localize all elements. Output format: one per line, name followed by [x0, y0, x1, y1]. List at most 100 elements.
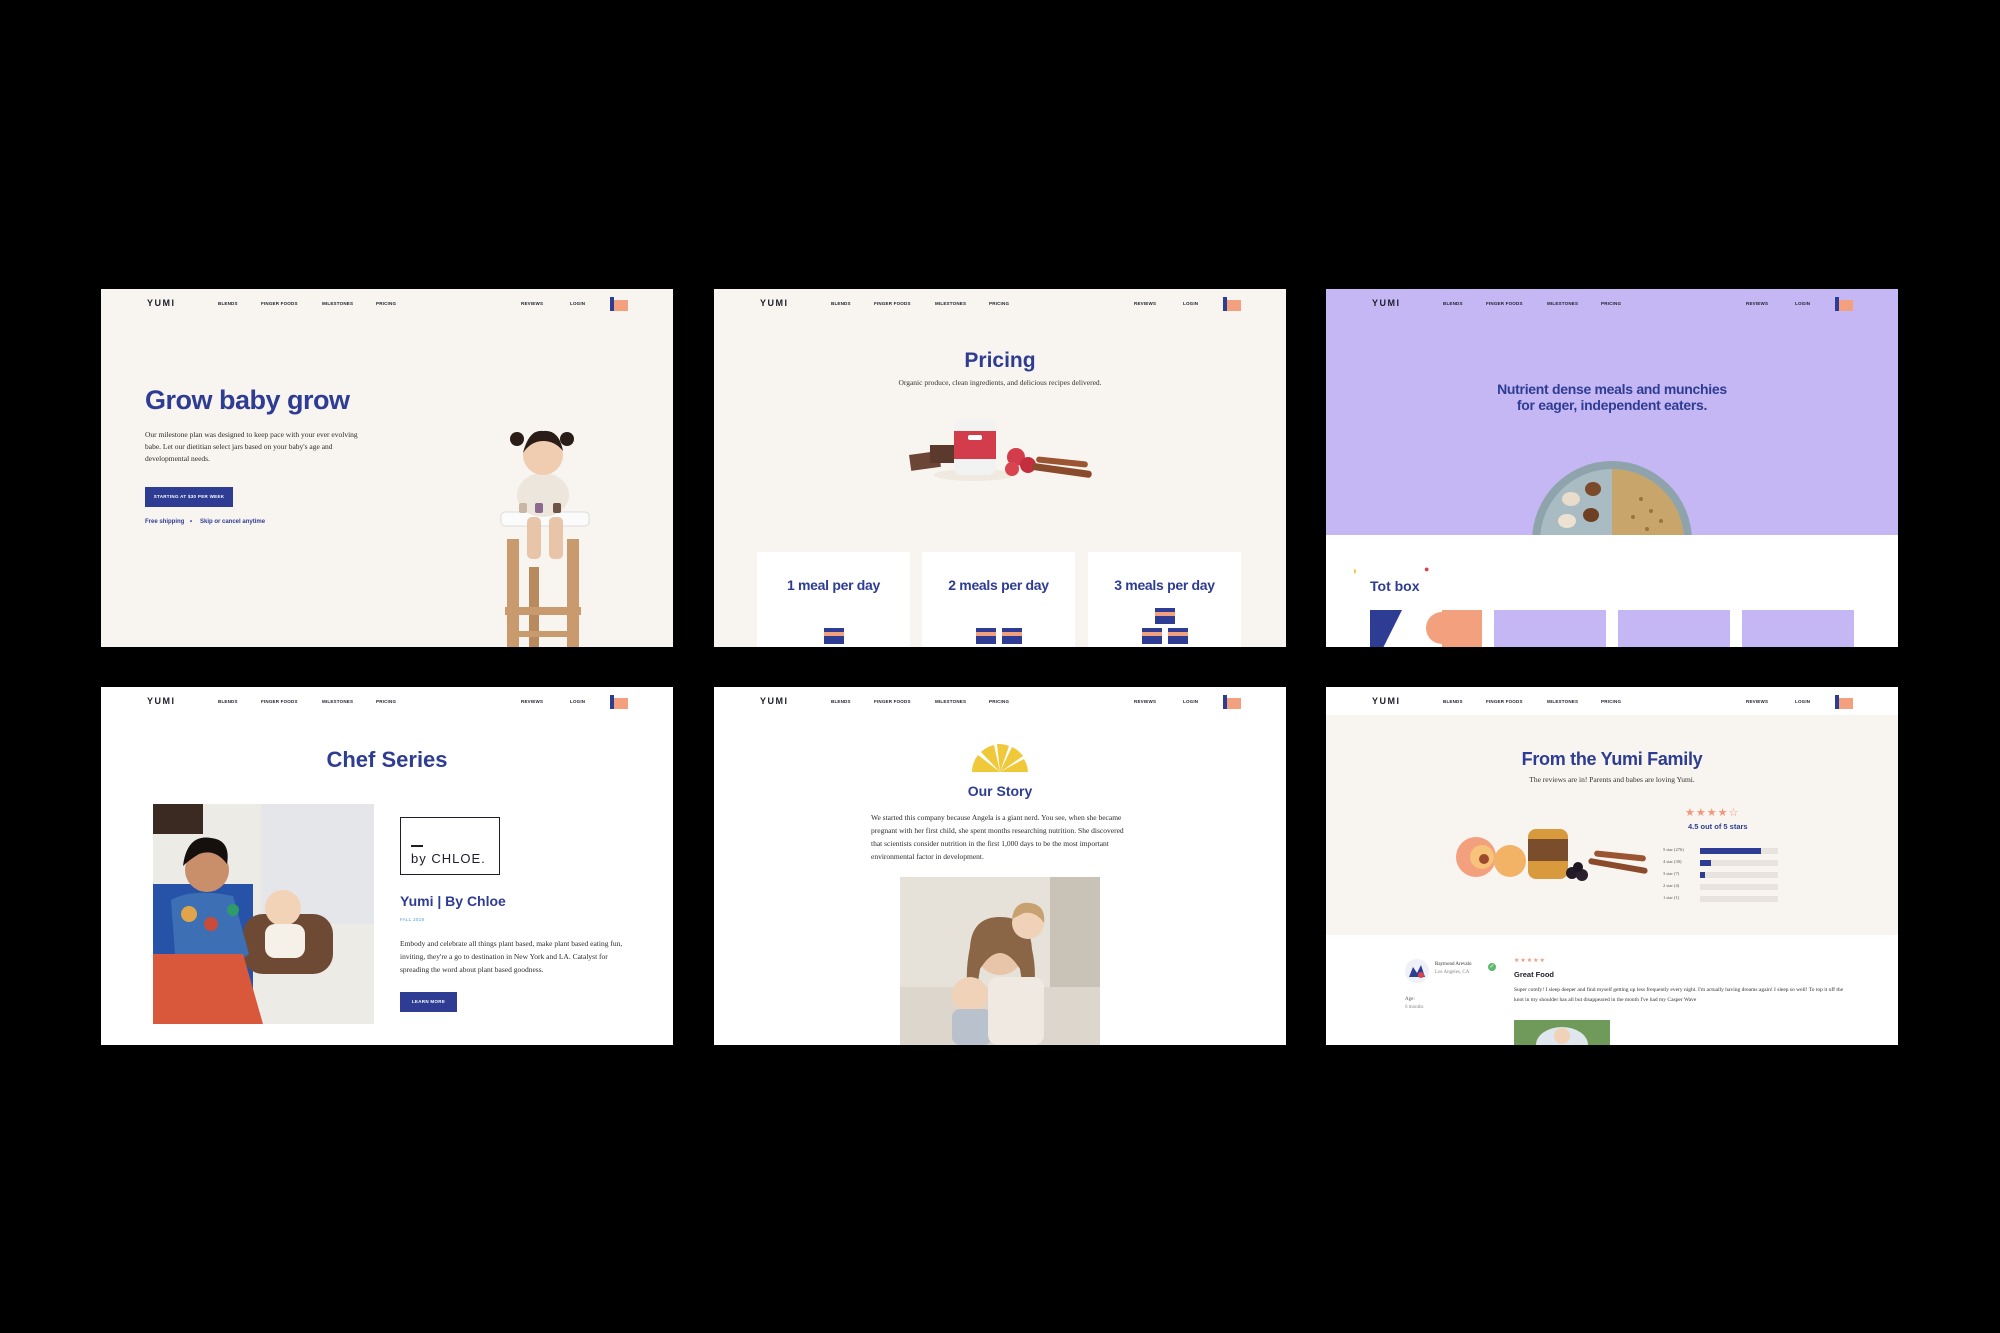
page-title: Our Story [967, 783, 1033, 799]
nav-finger-foods[interactable]: FINGER FOODS [874, 301, 911, 306]
nav-login[interactable]: LOGIN [1183, 301, 1198, 306]
nav-blends[interactable]: BLENDS [831, 699, 851, 704]
yumi-logo[interactable]: YUMI [147, 696, 176, 706]
yumi-logo[interactable]: YUMI [1372, 298, 1401, 308]
yumi-logo[interactable]: YUMI [760, 298, 789, 308]
nav-reviews[interactable]: REVIEWS [1134, 301, 1156, 306]
nav-pricing[interactable]: PRICING [989, 699, 1009, 704]
nav-blends[interactable]: BLENDS [1443, 301, 1463, 306]
nav-login[interactable]: LOGIN [1183, 699, 1198, 704]
series-season: FALL 2018 [400, 917, 425, 922]
page-title: From the Yumi Family [1521, 749, 1703, 769]
top-nav: YUMI BLENDS FINGER FOODS MILESTONES PRIC… [101, 289, 673, 319]
nav-finger-foods[interactable]: FINGER FOODS [1486, 301, 1523, 306]
page-subtitle: The reviews are in! Parents and babes ar… [1529, 775, 1695, 784]
rating-bar-fill [1700, 860, 1711, 866]
tot-box-tile[interactable] [1618, 610, 1730, 647]
plan-card[interactable]: 2 meals per day [922, 552, 1075, 647]
nav-blends[interactable]: BLENDS [831, 301, 851, 306]
cart-icon[interactable] [610, 297, 628, 311]
partner-logo: by CHLOE. [400, 817, 500, 875]
nav-finger-foods[interactable]: FINGER FOODS [261, 301, 298, 306]
cart-icon[interactable] [1835, 297, 1853, 311]
baby-highchair-photo [500, 430, 590, 647]
cart-icon[interactable] [610, 695, 628, 709]
chef-series-page-screenshot: YUMI BLENDS FINGER FOODS MILESTONES PRIC… [101, 687, 673, 1045]
top-nav: YUMI BLENDS FINGER FOODS MILESTONES PRIC… [101, 687, 673, 717]
nav-reviews[interactable]: REVIEWS [1746, 699, 1768, 704]
nav-blends[interactable]: BLENDS [1443, 699, 1463, 704]
nav-milestones[interactable]: MILESTONES [935, 301, 966, 306]
reviewer-name: Raymond Arevalo [1435, 962, 1472, 967]
rating-row-label: 3 star (7) [1663, 871, 1680, 876]
cart-icon[interactable] [1223, 695, 1241, 709]
nav-login[interactable]: LOGIN [570, 699, 585, 704]
yumi-logo[interactable]: YUMI [1372, 696, 1401, 706]
average-rating-text: 4.5 out of 5 stars [1688, 822, 1748, 831]
nav-finger-foods[interactable]: FINGER FOODS [1486, 699, 1523, 704]
page-title: Grow baby grow [145, 385, 350, 415]
nav-reviews[interactable]: REVIEWS [1746, 301, 1768, 306]
plan-card[interactable]: 1 meal per day [757, 552, 910, 647]
start-plan-button[interactable]: STARTING AT $30 PER WEEK [145, 487, 233, 507]
plan-title: 3 meals per day [1114, 577, 1215, 593]
nav-pricing[interactable]: PRICING [376, 699, 396, 704]
nav-finger-foods[interactable]: FINGER FOODS [874, 699, 911, 704]
cart-icon[interactable] [1835, 695, 1853, 709]
rating-bar-track [1700, 896, 1778, 902]
page-subtitle: Organic produce, clean ingredients, and … [898, 378, 1102, 387]
nav-pricing[interactable]: PRICING [1601, 699, 1621, 704]
average-rating-stars: ★★★★☆ [1685, 807, 1740, 819]
chef-with-baby-photo [153, 804, 374, 1024]
cart-icon[interactable] [1223, 297, 1241, 311]
nav-milestones[interactable]: MILESTONES [322, 301, 353, 306]
tot-box-tile[interactable] [1742, 610, 1854, 647]
top-nav: YUMI BLENDS FINGER FOODS MILESTONES PRIC… [714, 289, 1286, 319]
headline-line-1: Nutrient dense meals and munchies [1497, 381, 1727, 397]
rating-row-label: 1 star (1) [1663, 895, 1680, 900]
nav-milestones[interactable]: MILESTONES [1547, 699, 1578, 704]
nav-login[interactable]: LOGIN [1795, 301, 1810, 306]
reviewer-avatar [1405, 959, 1429, 983]
plan-title: 2 meals per day [948, 577, 1049, 593]
reviews-page-screenshot: YUMI BLENDS FINGER FOODS MILESTONES PRIC… [1326, 687, 1898, 1045]
rating-bar-fill [1700, 848, 1761, 854]
nav-blends[interactable]: BLENDS [218, 301, 238, 306]
nav-milestones[interactable]: MILESTONES [322, 699, 353, 704]
yumi-logo[interactable]: YUMI [760, 696, 789, 706]
hero-headline: Nutrient dense meals and munchies for ea… [1326, 381, 1898, 413]
yumi-logo[interactable]: YUMI [147, 298, 176, 308]
story-text: We started this company because Angela i… [871, 813, 1124, 861]
sun-icon [972, 743, 1028, 772]
series-name: Yumi | By Chloe [400, 893, 506, 909]
nav-login[interactable]: LOGIN [570, 301, 585, 306]
review-photo[interactable] [1514, 1020, 1610, 1045]
rating-bar-track [1700, 848, 1778, 854]
peach-jar-photo [1456, 829, 1648, 881]
nav-reviews[interactable]: REVIEWS [521, 301, 543, 306]
free-shipping-link: Free shipping [145, 519, 185, 525]
tot-box-tile[interactable] [1494, 610, 1606, 647]
review-title: Great Food [1514, 970, 1555, 979]
plan-card[interactable]: 3 meals per day [1088, 552, 1241, 647]
page-title: Pricing [964, 349, 1036, 372]
jar-icon [1142, 608, 1188, 644]
learn-more-button[interactable]: LEARN MORE [400, 992, 457, 1012]
nav-pricing[interactable]: PRICING [376, 301, 396, 306]
plan-title: 1 meal per day [786, 577, 881, 593]
nav-milestones[interactable]: MILESTONES [935, 699, 966, 704]
nav-pricing[interactable]: PRICING [989, 301, 1009, 306]
nav-reviews[interactable]: REVIEWS [521, 699, 543, 704]
baby-age-label: Age: [1405, 997, 1415, 1002]
nav-blends[interactable]: BLENDS [218, 699, 238, 704]
rating-row-label: 2 star (4) [1663, 883, 1680, 888]
nav-login[interactable]: LOGIN [1795, 699, 1810, 704]
nav-milestones[interactable]: MILESTONES [1547, 301, 1578, 306]
nav-pricing[interactable]: PRICING [1601, 301, 1621, 306]
tot-box-tile[interactable] [1370, 610, 1482, 647]
jar-icon [976, 628, 1022, 644]
bullet-separator: • [190, 519, 193, 525]
review-text: Super comfy! I sleep deeper and find mys… [1514, 987, 1844, 1003]
nav-reviews[interactable]: REVIEWS [1134, 699, 1156, 704]
nav-finger-foods[interactable]: FINGER FOODS [261, 699, 298, 704]
